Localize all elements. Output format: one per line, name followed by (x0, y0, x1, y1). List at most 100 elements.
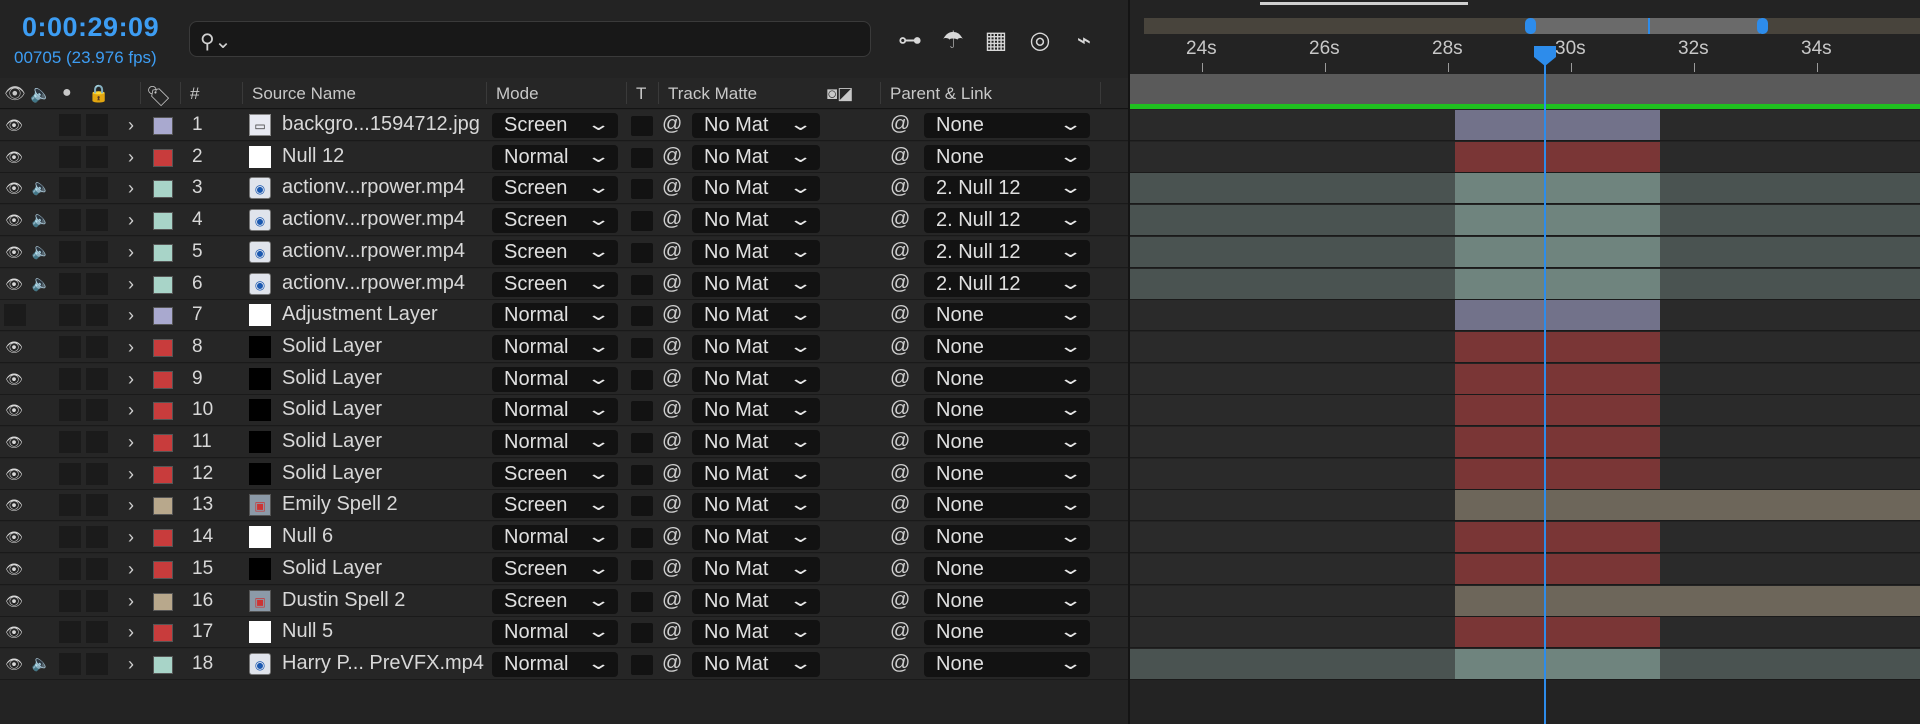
twirl-chevron-icon[interactable]: › (128, 210, 134, 230)
track-matte-dropdown[interactable]: No Mat ⌄ (692, 461, 820, 487)
track-matte-dropdown[interactable]: No Mat ⌄ (692, 271, 820, 297)
layer-row[interactable]: 👁 › 11 Solid Layer Normal ⌄ @ No Mat ⌄ @ N… (0, 427, 1128, 458)
parent-pickwhip-icon[interactable]: @ (890, 398, 910, 421)
layer-row[interactable]: › 7 Adjustment Layer Normal ⌄ @ No Mat ⌄ @… (0, 300, 1128, 332)
parent-dropdown[interactable]: None ⌄ (924, 144, 1090, 170)
preserve-transparency-checkbox[interactable] (631, 274, 653, 295)
label-color-swatch[interactable] (153, 497, 173, 516)
speaker-icon[interactable]: 🔈 (30, 178, 52, 198)
layer-name[interactable]: Null 12 (282, 145, 344, 168)
track-matte-dropdown[interactable]: No Mat ⌄ (692, 493, 820, 519)
layer-name[interactable]: actionv...rpower.mp4 (282, 176, 465, 199)
label-color-swatch[interactable] (153, 117, 173, 135)
parent-pickwhip-icon[interactable]: @ (890, 176, 910, 199)
matte-pickwhip-icon[interactable]: @ (662, 113, 682, 136)
mode-dropdown[interactable]: Normal ⌄ (492, 398, 618, 424)
eye-icon[interactable]: 👁 (3, 338, 25, 356)
lock-switch[interactable] (86, 177, 108, 200)
parent-pickwhip-icon[interactable]: @ (890, 145, 910, 168)
eye-icon[interactable]: 👁 (3, 243, 25, 261)
eye-icon[interactable]: 👁 (3, 623, 25, 641)
solo-switch[interactable] (59, 367, 81, 390)
layer-name[interactable]: Solid Layer (282, 335, 382, 358)
twirl-chevron-icon[interactable]: › (128, 527, 134, 547)
track-matte-dropdown[interactable]: No Mat ⌄ (692, 334, 820, 360)
preserve-transparency-checkbox[interactable] (631, 147, 653, 168)
parent-pickwhip-icon[interactable]: @ (890, 272, 910, 295)
layer-duration-bar[interactable] (1455, 205, 1660, 237)
parent-pickwhip-icon[interactable]: @ (890, 303, 910, 326)
eye-icon[interactable]: 👁 (3, 116, 25, 134)
parent-pickwhip-icon[interactable]: @ (890, 367, 910, 390)
track-matte-dropdown[interactable]: No Mat ⌄ (692, 525, 820, 551)
lock-switch[interactable] (86, 304, 108, 327)
layer-row[interactable]: 👁 › 14 Null 6 Normal ⌄ @ No Mat ⌄ @ None ⌄ (0, 522, 1128, 554)
mode-dropdown[interactable]: Screen ⌄ (492, 176, 618, 202)
work-area-bar[interactable] (1130, 74, 1920, 104)
eye-icon[interactable]: 👁 (3, 433, 25, 451)
lock-switch[interactable] (86, 557, 108, 580)
matte-pickwhip-icon[interactable]: @ (662, 462, 682, 485)
lock-switch[interactable] (86, 367, 108, 390)
preserve-transparency-checkbox[interactable] (631, 211, 653, 232)
twirl-chevron-icon[interactable]: › (128, 178, 134, 198)
lock-switch[interactable] (86, 526, 108, 549)
eye-icon[interactable]: 👁 (3, 179, 25, 197)
matte-pickwhip-icon[interactable]: @ (662, 240, 682, 263)
speaker-icon[interactable]: 🔈 (30, 210, 52, 230)
track-matte-dropdown[interactable]: No Mat ⌄ (692, 113, 820, 138)
mode-dropdown[interactable]: Screen ⌄ (492, 239, 618, 265)
mode-dropdown[interactable]: Normal ⌄ (492, 303, 618, 329)
mode-header[interactable]: Mode (496, 84, 539, 104)
lock-switch[interactable] (86, 431, 108, 453)
search-input[interactable]: ⚲⌄ (189, 21, 871, 57)
layer-row[interactable]: 👁 🔈 › 5 ◉ actionv...rpower.mp4 Screen ⌄ @… (0, 236, 1128, 268)
track-matte-dropdown[interactable]: No Mat ⌄ (692, 144, 820, 170)
preserve-transparency-checkbox[interactable] (631, 306, 653, 327)
twirl-chevron-icon[interactable]: › (128, 305, 134, 325)
matte-pickwhip-icon[interactable]: @ (662, 557, 682, 580)
layer-duration-bar[interactable] (1455, 585, 1920, 617)
preserve-transparency-checkbox[interactable] (631, 337, 653, 358)
layer-duration-bar[interactable] (1455, 553, 1660, 585)
navigator-end-handle[interactable] (1757, 18, 1768, 34)
preserve-transparency-checkbox[interactable] (631, 401, 653, 422)
track-matte-dropdown[interactable]: No Mat ⌄ (692, 556, 820, 582)
layer-name[interactable]: actionv...rpower.mp4 (282, 208, 465, 231)
track-matte-dropdown[interactable]: No Mat ⌄ (692, 239, 820, 265)
parent-pickwhip-icon[interactable]: @ (890, 430, 910, 453)
source-name-header[interactable]: Source Name (252, 84, 356, 104)
mode-dropdown[interactable]: Normal ⌄ (492, 430, 618, 455)
mode-dropdown[interactable]: Screen ⌄ (492, 271, 618, 297)
label-color-swatch[interactable] (153, 560, 173, 579)
solo-switch[interactable] (59, 209, 81, 232)
track-matte-dropdown[interactable]: No Mat ⌄ (692, 588, 820, 614)
solo-switch[interactable] (59, 240, 81, 263)
matte-pickwhip-icon[interactable]: @ (662, 208, 682, 231)
matte-pickwhip-icon[interactable]: @ (662, 335, 682, 358)
label-color-swatch[interactable] (153, 307, 173, 326)
label-color-swatch[interactable] (153, 592, 173, 611)
lock-switch[interactable] (86, 652, 108, 675)
solo-column-icon[interactable]: ● (62, 84, 72, 102)
twirl-chevron-icon[interactable]: › (128, 591, 134, 611)
label-color-swatch[interactable] (153, 434, 173, 452)
track-matte-dropdown[interactable]: No Mat ⌄ (692, 208, 820, 234)
twirl-chevron-icon[interactable]: › (128, 464, 134, 484)
video-column-icon[interactable]: 👁 (4, 84, 26, 104)
matte-pickwhip-icon[interactable]: @ (662, 620, 682, 643)
preserve-transparency-checkbox[interactable] (631, 179, 653, 200)
draft-3d-icon[interactable]: ☂ (936, 24, 970, 58)
solo-switch[interactable] (59, 145, 81, 168)
twirl-chevron-icon[interactable]: › (128, 559, 134, 579)
solo-switch[interactable] (59, 526, 81, 549)
parent-dropdown[interactable]: None ⌄ (924, 303, 1090, 329)
layer-row[interactable]: 👁 › 13 ▣ Emily Spell 2 Screen ⌄ @ No Mat ⌄… (0, 490, 1128, 522)
solo-switch[interactable] (59, 462, 81, 485)
eye-icon[interactable]: 👁 (3, 592, 25, 610)
label-color-swatch[interactable] (153, 212, 173, 231)
solo-switch[interactable] (59, 621, 81, 644)
matte-pickwhip-icon[interactable]: @ (662, 367, 682, 390)
track-matte-dropdown[interactable]: No Mat ⌄ (692, 366, 820, 392)
layer-name[interactable]: Solid Layer (282, 557, 382, 580)
